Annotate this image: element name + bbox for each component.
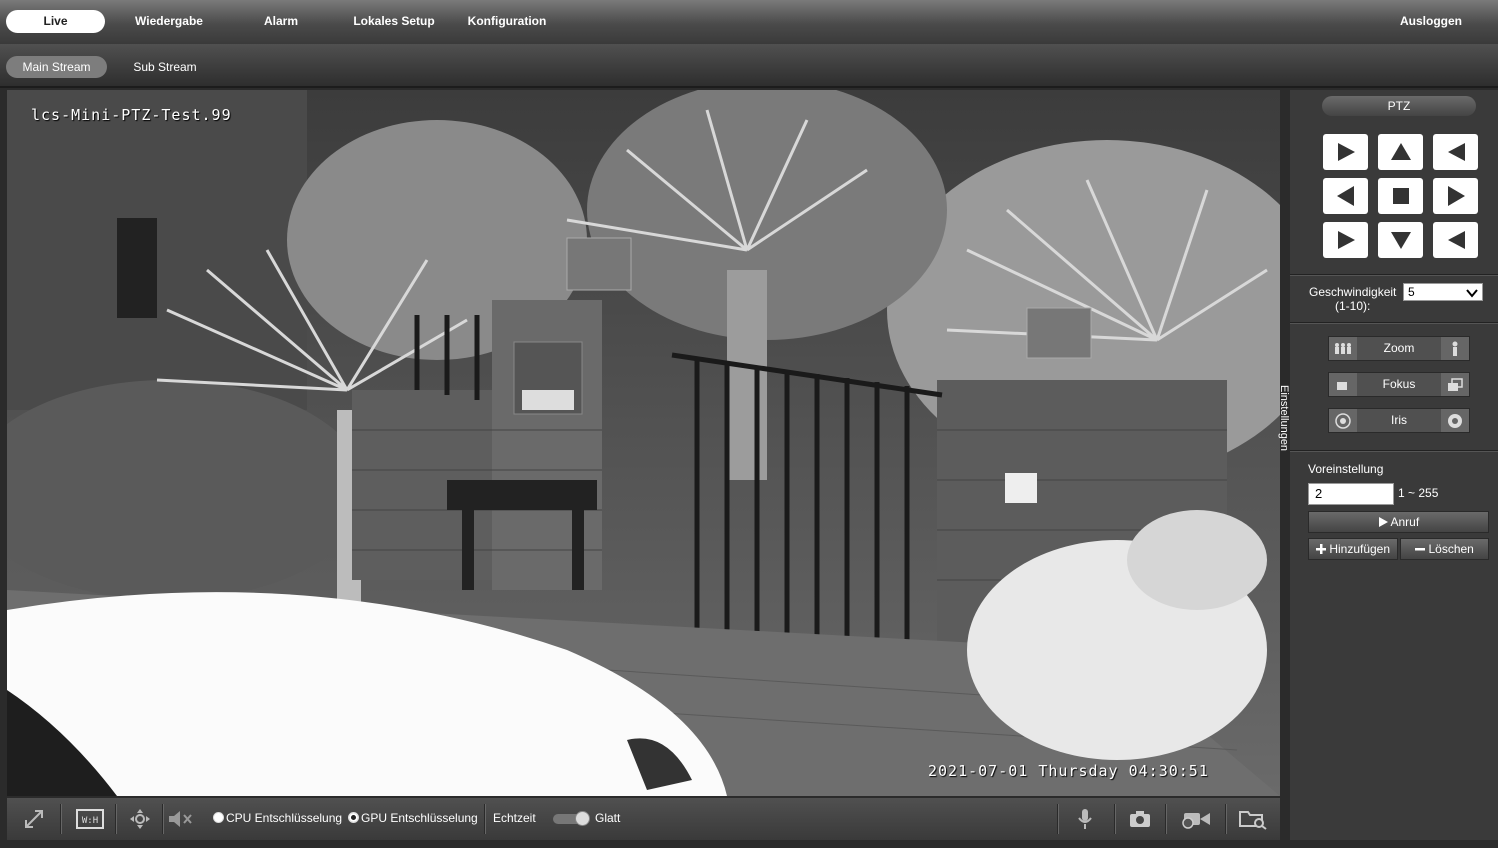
top-navigation: Live Wiedergabe Alarm Lokales Setup Konf… (0, 0, 1498, 44)
osd-datetime: 2021-07-01 Thursday 04:30:51 (928, 762, 1209, 780)
focus-far-icon (1448, 377, 1463, 391)
delete-preset-button[interactable]: Löschen (1400, 538, 1489, 560)
ptz-up-left-button[interactable] (1323, 134, 1368, 170)
stop-icon (1392, 188, 1409, 204)
focus-far-button[interactable] (1441, 373, 1469, 396)
delete-preset-label: Löschen (1428, 542, 1474, 556)
arrow-down-icon (1390, 232, 1411, 249)
call-preset-button[interactable]: Anruf (1308, 511, 1489, 533)
record-icon[interactable] (1179, 806, 1213, 832)
cpu-radio[interactable] (213, 812, 224, 823)
svg-text:W:H: W:H (82, 816, 98, 826)
speed-label: Geschwindigkeit (1309, 285, 1397, 299)
focus-control: Fokus (1328, 372, 1470, 397)
preset-input[interactable]: 2 (1308, 483, 1394, 505)
minus-icon (1415, 548, 1426, 551)
add-preset-label: Hinzufügen (1329, 542, 1391, 556)
iris-open-icon (1448, 413, 1462, 428)
divider (1290, 450, 1498, 451)
speed-range-label: (1-10): (1335, 299, 1371, 313)
microphone-icon[interactable] (1072, 806, 1098, 832)
ptz-left-button[interactable] (1323, 178, 1368, 214)
play-icon (1378, 517, 1388, 527)
video-toolbar: W:H CPU Entschlüsselung GPU Entschlüssel… (7, 798, 1280, 840)
zoom-out-icon (1335, 342, 1351, 354)
speed-select-value: 5 (1408, 285, 1415, 299)
osd-camera-name: lcs-Mini-PTZ-Test.99 (31, 106, 232, 124)
chevron-down-icon (1466, 289, 1478, 298)
ptz-stop-button[interactable] (1378, 178, 1423, 214)
arrow-left-icon (1336, 186, 1354, 206)
stream-tabs: Main Stream Sub Stream (0, 44, 1498, 88)
arrow-up-icon (1390, 143, 1411, 160)
slider-handle[interactable] (575, 811, 590, 826)
realtime-smooth-slider[interactable] (553, 811, 590, 826)
add-preset-button[interactable]: Hinzufügen (1308, 538, 1398, 560)
arrow-down-right-icon (1447, 231, 1465, 249)
folder-search-icon[interactable] (1237, 806, 1269, 832)
focus-near-icon (1337, 381, 1347, 390)
tab-sub-stream[interactable]: Sub Stream (122, 56, 208, 78)
live-video-view[interactable]: lcs-Mini-PTZ-Test.99 2021-07-01 Thursday… (7, 90, 1280, 796)
focus-near-button[interactable] (1329, 373, 1357, 396)
settings-side-tab-label: Einstellungen (1278, 385, 1290, 452)
divider (1290, 274, 1498, 275)
iris-control: Iris (1328, 408, 1470, 433)
nav-local-setup[interactable]: Lokales Setup (343, 10, 445, 33)
logout-link[interactable]: Ausloggen (1388, 10, 1474, 33)
tab-main-stream[interactable]: Main Stream (6, 56, 107, 78)
call-preset-label: Anruf (1390, 515, 1420, 529)
preset-range-label: 1 ~ 255 (1398, 486, 1439, 500)
ptz-panel: PTZ Geschwindigkeit (1-10): 5 Zoom Fokus… (1290, 90, 1498, 840)
mute-icon[interactable] (167, 806, 193, 832)
divider (1290, 322, 1498, 323)
cpu-decoding-option[interactable]: CPU Entschlüsselung (213, 811, 342, 825)
zoom-label: Zoom (1383, 341, 1415, 355)
nav-configuration[interactable]: Konfiguration (460, 10, 554, 33)
nav-alarm[interactable]: Alarm (244, 10, 318, 33)
fullscreen-icon[interactable] (21, 806, 47, 832)
camera-scene (7, 90, 1280, 796)
gpu-radio[interactable] (348, 812, 359, 823)
ptz-down-right-button[interactable] (1433, 222, 1478, 258)
iris-close-button[interactable] (1329, 409, 1357, 432)
smooth-label: Glatt (595, 811, 621, 825)
ptz-drag-icon[interactable] (127, 806, 153, 832)
ptz-down-left-button[interactable] (1323, 222, 1368, 258)
iris-label: Iris (1391, 413, 1407, 427)
gpu-decoding-label: GPU Entschlüsselung (361, 811, 478, 825)
ptz-down-button[interactable] (1378, 222, 1423, 258)
arrow-right-icon (1447, 186, 1465, 206)
focus-label: Fokus (1382, 377, 1416, 391)
gpu-decoding-option[interactable]: GPU Entschlüsselung (348, 811, 478, 825)
cpu-decoding-label: CPU Entschlüsselung (226, 811, 343, 825)
arrow-up-left-icon (1337, 143, 1355, 161)
speed-select[interactable]: 5 (1403, 283, 1483, 301)
settings-side-tab[interactable]: Einstellungen (1278, 370, 1290, 470)
ptz-up-button[interactable] (1378, 134, 1423, 170)
zoom-in-button[interactable] (1441, 337, 1469, 360)
aspect-ratio-icon[interactable]: W:H (75, 806, 105, 832)
iris-open-button[interactable] (1441, 409, 1469, 432)
realtime-label: Echtzeit (493, 811, 536, 825)
zoom-in-icon (1452, 341, 1458, 356)
nav-playback[interactable]: Wiedergabe (120, 10, 218, 33)
arrow-down-left-icon (1337, 231, 1355, 249)
arrow-up-right-icon (1447, 143, 1465, 161)
ptz-up-right-button[interactable] (1433, 134, 1478, 170)
snapshot-icon[interactable] (1127, 806, 1153, 832)
zoom-control: Zoom (1328, 336, 1470, 361)
ptz-title: PTZ (1322, 96, 1476, 116)
zoom-out-button[interactable] (1329, 337, 1357, 360)
preset-label: Voreinstellung (1308, 462, 1384, 476)
ptz-right-button[interactable] (1433, 178, 1478, 214)
iris-close-icon (1335, 412, 1351, 429)
plus-icon (1315, 544, 1326, 554)
nav-live[interactable]: Live (6, 10, 105, 33)
